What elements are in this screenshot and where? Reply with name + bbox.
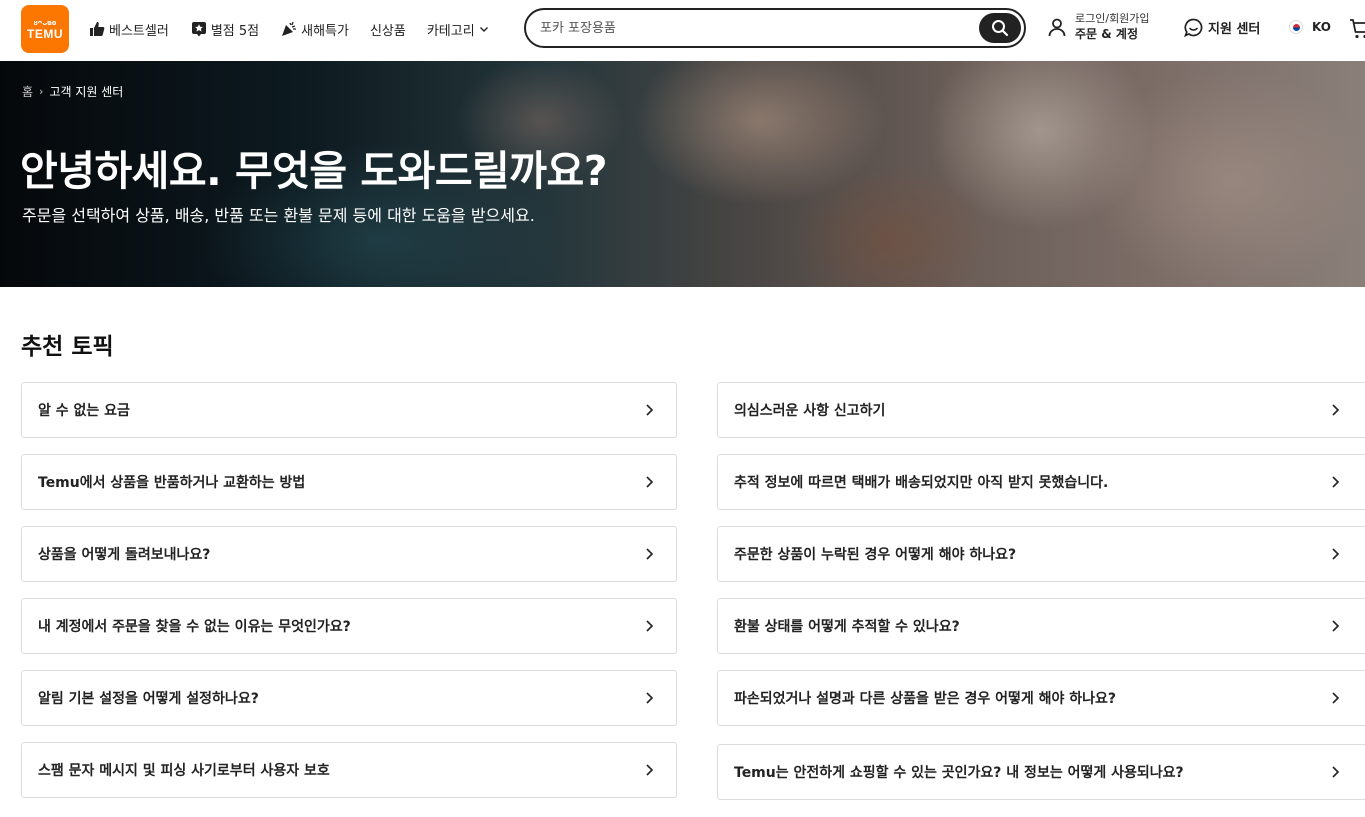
chevron-right-icon bbox=[642, 691, 656, 705]
chevron-right-icon bbox=[1328, 403, 1342, 417]
nav-label: 신상품 bbox=[369, 23, 406, 39]
topic-card[interactable]: 파손되었거나 설명과 다른 상품을 받은 경우 어떻게 해야 하나요? bbox=[717, 670, 1365, 726]
logo-wordmark: TEMU bbox=[27, 26, 63, 41]
cart-button[interactable] bbox=[1349, 18, 1365, 44]
topic-card[interactable]: 내 계정에서 주문을 찾을 수 없는 이유는 무엇인가요? bbox=[21, 598, 677, 654]
breadcrumb: 홈 › 고객 지원 센터 bbox=[22, 83, 123, 100]
breadcrumb-home[interactable]: 홈 bbox=[22, 83, 33, 100]
nav-label: 별점 5점 bbox=[210, 23, 260, 39]
chevron-right-icon bbox=[642, 547, 656, 561]
language-selector[interactable]: KO bbox=[1289, 20, 1331, 34]
account-menu[interactable]: 로그인/회원가입 주문 & 계정 bbox=[1047, 12, 1150, 42]
topic-card[interactable]: 상품을 어떻게 돌려보내나요? bbox=[21, 526, 677, 582]
nav-categories[interactable]: 카테고리 bbox=[427, 20, 489, 39]
topic-label: 알 수 없는 요금 bbox=[38, 403, 130, 419]
chevron-right-icon bbox=[642, 403, 656, 417]
chevron-right-icon bbox=[642, 475, 656, 489]
chevron-right-icon bbox=[1328, 765, 1342, 779]
topic-card[interactable]: 의심스러운 사항 신고하기 bbox=[717, 382, 1365, 438]
topic-label: 의심스러운 사항 신고하기 bbox=[734, 403, 886, 419]
orders-account-label: 주문 & 계정 bbox=[1075, 27, 1138, 41]
chat-smile-icon bbox=[1184, 18, 1203, 37]
korea-flag-icon bbox=[1289, 20, 1303, 34]
topic-card[interactable]: Temu는 안전하게 쇼핑할 수 있는 곳인가요? 내 정보는 어떻게 사용되나… bbox=[717, 744, 1365, 800]
page-subtitle: 주문을 선택하여 상품, 배송, 반품 또는 환불 문제 등에 대한 도움을 받… bbox=[22, 206, 535, 225]
language-code: KO bbox=[1312, 20, 1331, 34]
nav-five-star[interactable]: 별점 5점 bbox=[190, 20, 259, 39]
search-bar bbox=[524, 8, 1026, 48]
chevron-right-icon bbox=[642, 619, 656, 633]
topic-label: 내 계정에서 주문을 찾을 수 없는 이유는 무엇인가요? bbox=[38, 619, 351, 635]
topic-label: 상품을 어떻게 돌려보내나요? bbox=[38, 547, 211, 563]
chevron-right-icon bbox=[642, 763, 656, 777]
top-header: ᴕᴖᴗᴓᴑ TEMU 베스트셀러 별점 5점 새해특가 신상품 카테고리 포카 … bbox=[0, 0, 1365, 61]
topic-label: Temu에서 상품을 반품하거나 교환하는 방법 bbox=[38, 475, 306, 491]
topic-card[interactable]: 알림 기본 설정을 어떻게 설정하나요? bbox=[21, 670, 677, 726]
topic-label: Temu는 안전하게 쇼핑할 수 있는 곳인가요? 내 정보는 어떻게 사용되나… bbox=[734, 765, 1184, 781]
chevron-down-icon bbox=[479, 24, 489, 34]
chevron-right-icon bbox=[1328, 547, 1342, 561]
topic-label: 파손되었거나 설명과 다른 상품을 받은 경우 어떻게 해야 하나요? bbox=[734, 691, 1116, 707]
topic-card[interactable]: Temu에서 상품을 반품하거나 교환하는 방법 bbox=[21, 454, 677, 510]
topic-card[interactable]: 스팸 문자 메시지 및 피싱 사기로부터 사용자 보호 bbox=[21, 742, 677, 798]
topic-card[interactable]: 환불 상태를 어떻게 추적할 수 있나요? bbox=[717, 598, 1365, 654]
nav-label: 베스트셀러 bbox=[109, 23, 169, 39]
breadcrumb-current: 고객 지원 센터 bbox=[49, 85, 124, 99]
nav-new-year-deals[interactable]: 새해특가 bbox=[280, 20, 349, 39]
topic-label: 알림 기본 설정을 어떻게 설정하나요? bbox=[38, 691, 259, 707]
nav-label: 카테고리 bbox=[426, 23, 475, 39]
breadcrumb-separator-icon: › bbox=[39, 85, 44, 98]
topic-label: 환불 상태를 어떻게 추적할 수 있나요? bbox=[734, 619, 960, 635]
chevron-right-icon bbox=[1328, 619, 1342, 633]
party-popper-icon bbox=[280, 20, 298, 38]
search-input[interactable] bbox=[540, 20, 960, 36]
chevron-right-icon bbox=[1328, 691, 1342, 705]
search-icon bbox=[991, 19, 1009, 37]
support-label: 지원 센터 bbox=[1208, 22, 1261, 37]
nav-new-arrivals[interactable]: 신상품 bbox=[370, 20, 406, 39]
search-button[interactable] bbox=[979, 13, 1021, 43]
thumbs-up-icon bbox=[88, 20, 106, 38]
hero-banner: 홈 › 고객 지원 센터 안녕하세요. 무엇을 도와드릴까요? 주문을 선택하여… bbox=[0, 61, 1365, 287]
cart-icon bbox=[1349, 18, 1365, 40]
topic-card[interactable]: 추적 정보에 따르면 택배가 배송되었지만 아직 받지 못했습니다. bbox=[717, 454, 1365, 510]
nav-bestsellers[interactable]: 베스트셀러 bbox=[88, 20, 169, 39]
support-center-link[interactable]: 지원 센터 bbox=[1184, 18, 1260, 37]
topic-card[interactable]: 주문한 상품이 누락된 경우 어떻게 해야 하나요? bbox=[717, 526, 1365, 582]
topic-label: 스팸 문자 메시지 및 피싱 사기로부터 사용자 보호 bbox=[38, 763, 330, 779]
nav-label: 새해특가 bbox=[301, 23, 349, 39]
topic-label: 주문한 상품이 누락된 경우 어떻게 해야 하나요? bbox=[734, 547, 1017, 563]
main-nav: 베스트셀러 별점 5점 새해특가 신상품 카테고리 bbox=[88, 0, 510, 58]
star-badge-icon bbox=[190, 20, 208, 38]
recommended-topics-title: 추천 토픽 bbox=[21, 334, 114, 360]
page-title: 안녕하세요. 무엇을 도와드릴까요? bbox=[20, 147, 608, 195]
topic-label: 추적 정보에 따르면 택배가 배송되었지만 아직 받지 못했습니다. bbox=[734, 475, 1109, 491]
temu-logo[interactable]: ᴕᴖᴗᴓᴑ TEMU bbox=[21, 5, 69, 53]
login-signup-label: 로그인/회원가입 bbox=[1075, 12, 1150, 25]
chevron-right-icon bbox=[1328, 475, 1342, 489]
user-icon bbox=[1047, 17, 1067, 37]
topic-card[interactable]: 알 수 없는 요금 bbox=[21, 382, 677, 438]
